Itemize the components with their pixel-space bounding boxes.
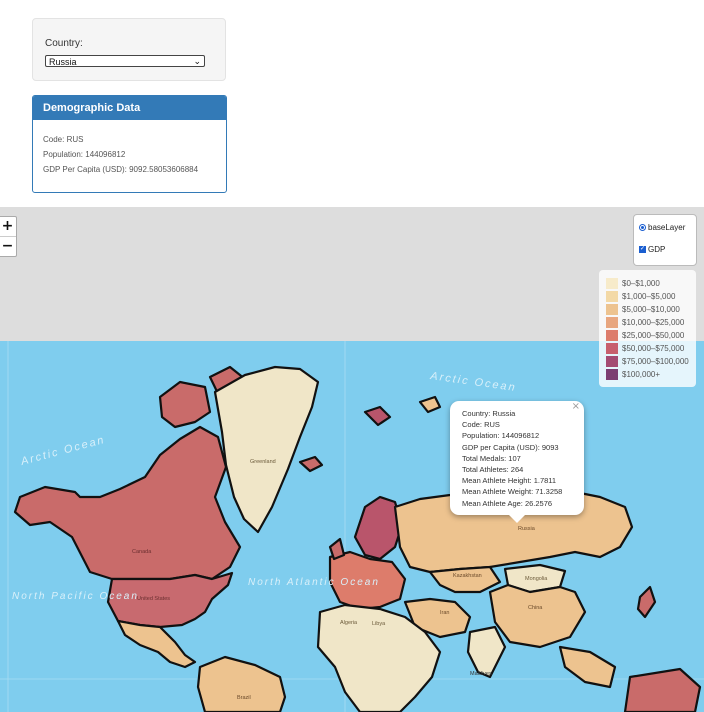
legend-swatch [606,343,618,354]
label-greenland: Greenland [250,459,276,465]
legend-swatch [606,317,618,328]
popup-line: Population: 144096812 [462,431,540,441]
legend-swatch [606,369,618,380]
demographic-gdp: GDP Per Capita (USD): 9092.58053606884 [43,165,199,174]
legend-item: $50,000–$75,000 [606,342,696,355]
country-select[interactable]: Russia ⌄ [45,55,205,67]
legend-item: $0–$1,000 [606,277,696,290]
map-container[interactable]: Arctic Ocean Arctic Ocean North Atlantic… [0,207,704,712]
label-north-pacific: North Pacific Ocean [12,591,139,602]
layer-option-base[interactable]: baseLayer [639,223,685,232]
gdp-legend: $0–$1,000 $1,000–$5,000 $5,000–$10,000 $10,… [599,270,696,387]
legend-item: $10,000–$25,000 [606,316,696,329]
label-north-atlantic: North Atlantic Ocean [248,577,380,588]
legend-item: $100,000+ [606,368,696,381]
legend-item: $25,000–$50,000 [606,329,696,342]
popup-line: Total Athletes: 264 [462,465,524,475]
country-australia[interactable] [623,667,702,712]
legend-label: $50,000–$75,000 [622,344,685,353]
layer-option-gdp[interactable]: ✓ GDP [639,245,665,254]
country-label: Country: [45,38,83,49]
country-selector-card: Country: Russia ⌄ [32,18,226,81]
popup-line: Country: Russia [462,409,516,418]
label-kazakhstan: Kazakhstan [453,573,482,579]
demographic-panel-title: Demographic Data [33,96,226,120]
legend-swatch [606,291,618,302]
label-russia: Russia [518,526,536,532]
legend-label: $1,000–$5,000 [622,292,676,301]
legend-swatch [606,356,618,367]
legend-label: $10,000–$25,000 [622,318,685,327]
legend-swatch [606,278,618,289]
layer-control: baseLayer ✓ GDP [633,214,697,266]
popup-line: Mean Athlete Weight: 71.3258 [462,487,563,497]
country-popup: × Country: Russia Code: RUS Population: 14… [450,401,584,523]
label-united-states: United States [137,596,170,602]
legend-swatch [606,330,618,341]
legend-label: $100,000+ [622,370,661,379]
popup-line: GDP per Capita (USD): 9093 [462,442,559,452]
layer-gdp-label: GDP [648,245,666,254]
chevron-down-icon: ⌄ [193,56,201,66]
label-mongolia: Mongolia [525,576,548,582]
label-canada: Canada [132,549,152,555]
legend-item: $1,000–$5,000 [606,290,696,303]
label-algeria: Algeria [340,620,358,626]
zoom-control: + − [0,216,17,257]
checkbox-icon[interactable]: ✓ [639,246,646,253]
legend-label: $75,000–$100,000 [622,357,689,366]
demographic-code: Code: RUS [43,135,84,144]
layer-base-label: baseLayer [648,223,686,232]
popup-line: Mean Athlete Age: 26.2576 [462,498,553,508]
close-icon[interactable]: × [572,401,580,412]
country-select-value: Russia [49,57,77,67]
label-libya: Libya [372,621,386,627]
radio-icon[interactable] [639,224,646,231]
popup-line: Total Medals: 107 [462,453,521,463]
legend-label: $25,000–$50,000 [622,331,685,340]
legend-item: $5,000–$10,000 [606,303,696,316]
popup-line: Code: RUS [462,420,500,430]
legend-swatch [606,304,618,315]
label-china: China [528,605,543,611]
popup-line: Mean Athlete Height: 1.7811 [462,476,557,486]
zoom-in-button[interactable]: + [0,217,16,236]
legend-label: $0–$1,000 [622,279,660,288]
demographic-panel: Demographic Data Code: RUS Population: 1… [32,95,227,193]
label-maldives: Maldives [470,671,492,677]
demographic-population: Population: 144096812 [43,150,126,159]
label-brazil: Brazil [237,695,251,701]
legend-item: $75,000–$100,000 [606,355,696,368]
label-iran: Iran [440,610,449,616]
zoom-out-button[interactable]: − [0,236,16,256]
legend-label: $5,000–$10,000 [622,305,680,314]
